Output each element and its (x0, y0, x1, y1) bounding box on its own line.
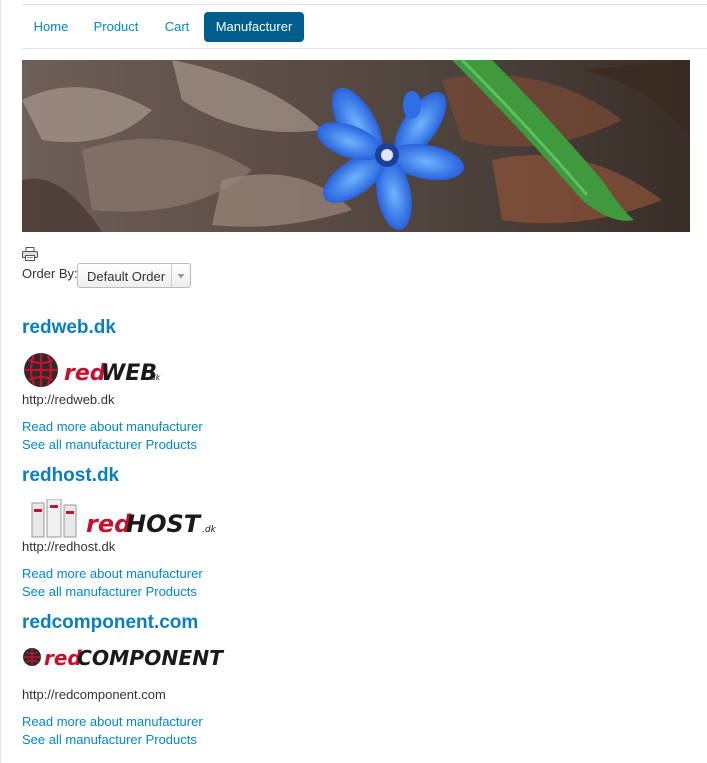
page-border-line (0, 0, 1, 763)
redcomponent-logo: red COMPONENT (22, 645, 227, 676)
manufacturer-title[interactable]: redweb.dk (22, 317, 116, 339)
manufacturer-url: http://redcomponent.com (22, 687, 166, 702)
print-icon[interactable] (22, 247, 38, 261)
order-by-value: Default Order (87, 269, 166, 284)
redhost-logo: red HOST .dk (22, 498, 222, 544)
nav-cart[interactable]: Cart (153, 12, 201, 42)
svg-text:.dk: .dk (202, 525, 217, 535)
main-nav: Home Product Cart Manufacturer (22, 4, 707, 49)
redweb-logo: red WEB .dk (22, 351, 162, 394)
manufacturer-title[interactable]: redcomponent.com (22, 612, 198, 634)
manufacturer-url: http://redweb.dk (22, 392, 115, 407)
read-more-link[interactable]: Read more about manufacturer (22, 419, 203, 434)
nav-product[interactable]: Product (84, 12, 148, 42)
banner-image (22, 60, 690, 232)
manufacturer-title[interactable]: redhost.dk (22, 465, 119, 487)
svg-text:HOST: HOST (126, 510, 202, 538)
nav-manufacturer[interactable]: Manufacturer (204, 12, 304, 42)
manufacturer-url: http://redhost.dk (22, 539, 116, 554)
see-all-products-link[interactable]: See all manufacturer Products (22, 437, 197, 452)
nav-home[interactable]: Home (22, 12, 80, 42)
dropdown-arrow-icon (171, 264, 190, 287)
order-by-select[interactable]: Default Order (77, 263, 191, 288)
read-more-link[interactable]: Read more about manufacturer (22, 714, 203, 729)
svg-text:red: red (64, 361, 106, 386)
see-all-products-link[interactable]: See all manufacturer Products (22, 584, 197, 599)
svg-text:.dk: .dk (148, 373, 161, 382)
svg-text:COMPONENT: COMPONENT (77, 646, 224, 670)
order-by-label: Order By: (22, 266, 78, 281)
read-more-link[interactable]: Read more about manufacturer (22, 566, 203, 581)
see-all-products-link[interactable]: See all manufacturer Products (22, 732, 197, 747)
